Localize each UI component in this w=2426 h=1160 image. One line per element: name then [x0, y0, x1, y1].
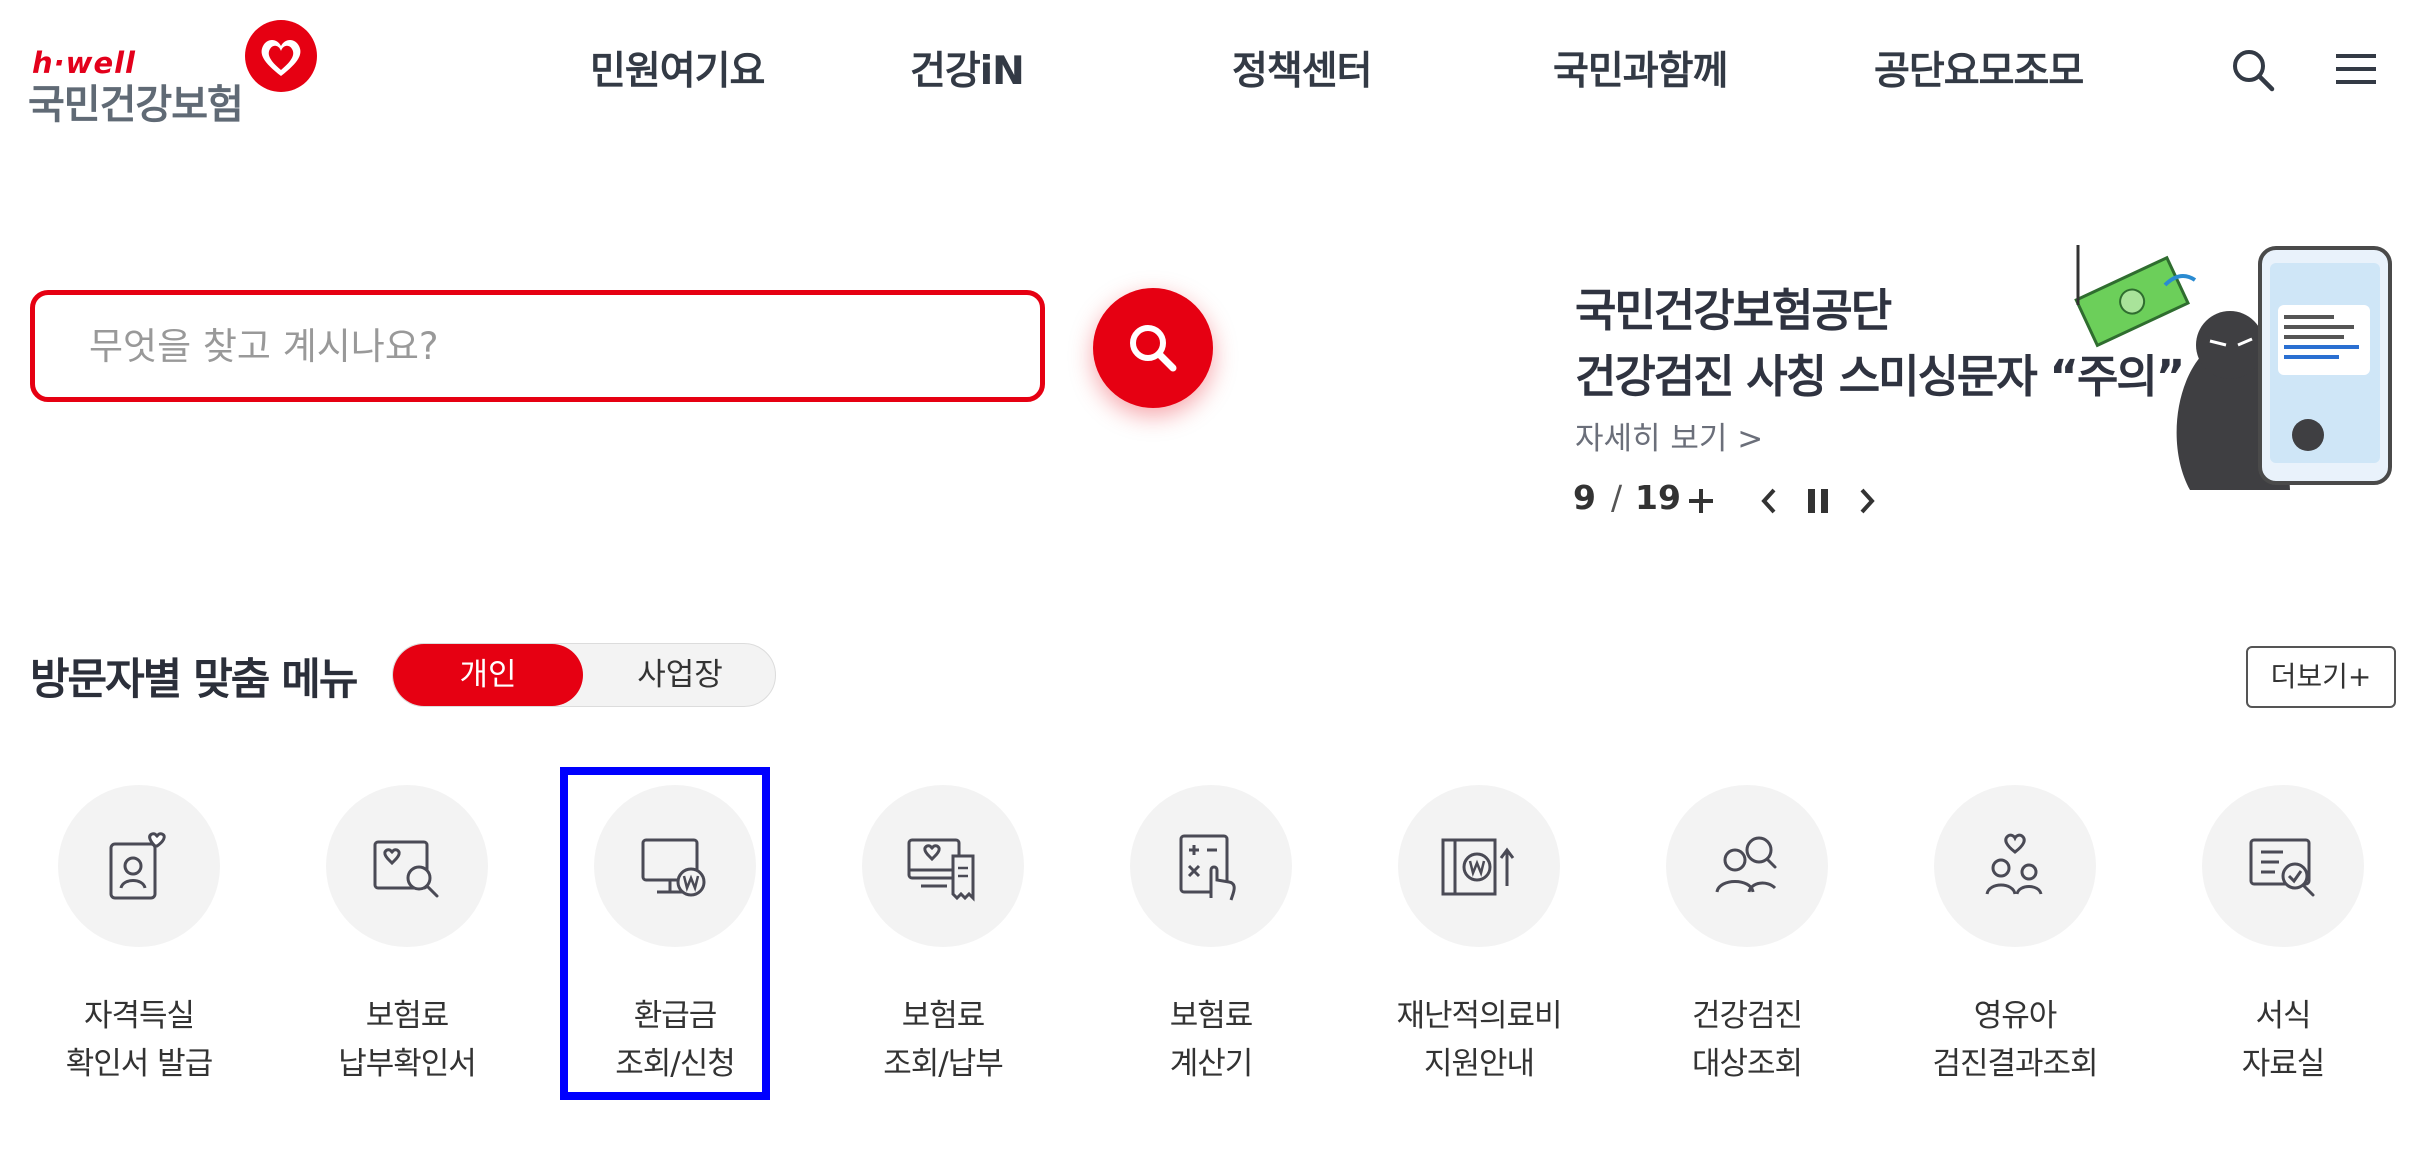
banner-more-link[interactable]: 자세히 보기 > — [1575, 413, 1763, 458]
family-heart-icon — [1985, 833, 2043, 895]
quick-menu-label: 지원안내 — [1423, 1046, 1535, 1082]
pager-separator: / — [1611, 478, 1623, 517]
quick-menu-label: 조회/납부 — [883, 1046, 1004, 1082]
nav-item-policy-center[interactable]: 정책센터 — [1232, 40, 1373, 96]
next-icon[interactable] — [1856, 486, 1878, 516]
quick-menu-item[interactable]: 재난적의료비 지원안내 — [1372, 785, 1602, 1085]
quick-menu-item[interactable]: 자격득실 확인서 발급 — [32, 785, 262, 1085]
search-input[interactable] — [87, 295, 1031, 397]
quick-menu-label: 납부확인서 — [338, 1046, 477, 1082]
people-search-icon — [1715, 836, 1777, 893]
quick-menu-label: 대상조회 — [1691, 1046, 1803, 1082]
plus-icon[interactable] — [1686, 486, 1716, 516]
pager-current: 9 — [1573, 478, 1596, 517]
pager-total: 19 — [1635, 478, 1681, 517]
hamburger-menu-icon[interactable] — [2336, 52, 2376, 86]
quick-menu-label: 보험료 — [901, 998, 986, 1034]
smishing-warning-illustration — [2074, 245, 2392, 490]
id-card-heart-icon — [109, 832, 166, 900]
quick-menu-label: 영유아 — [1973, 998, 2058, 1034]
won-up-arrow-icon — [1441, 838, 1515, 896]
calculator-hand-icon — [1179, 834, 1236, 901]
quick-menu-label: 계산기 — [1169, 1046, 1254, 1082]
pause-icon[interactable] — [1806, 487, 1830, 515]
quick-menu-item[interactable]: 영유아 검진결과조회 — [1908, 785, 2138, 1085]
logo-text: 국민건강보험 — [28, 82, 244, 128]
visitor-type-toggle: 개인 사업장 — [392, 643, 776, 707]
quick-menu-label: 재난적의료비 — [1396, 998, 1562, 1034]
quick-menu-label: 보험료 — [1169, 998, 1254, 1034]
search-box — [30, 290, 1045, 402]
document-search-icon — [373, 840, 439, 898]
quick-menu-label: 서식 — [2255, 998, 2311, 1034]
search-submit-button[interactable] — [1093, 288, 1213, 408]
heart-logo-icon — [245, 20, 317, 92]
quick-menu-icon-bg — [58, 785, 220, 947]
site-logo[interactable]: h·well 국민건강보험 — [28, 18, 328, 128]
nav-item-about-nhis[interactable]: 공단요모조모 — [1874, 40, 2084, 96]
quick-menu-icon-bg — [1398, 785, 1560, 947]
monitor-receipt-icon — [907, 838, 975, 902]
document-check-icon — [2249, 838, 2315, 897]
highlight-box — [560, 767, 770, 1100]
quick-menu-label: 자격득실 — [83, 998, 195, 1034]
quick-menu-item[interactable]: 서식 자료실 — [2176, 785, 2406, 1085]
prev-icon[interactable] — [1758, 486, 1780, 516]
quick-menu-icon-bg — [326, 785, 488, 947]
toggle-business[interactable]: 사업장 — [585, 644, 775, 706]
quick-menu-item[interactable]: 건강검진 대상조회 — [1640, 785, 1870, 1085]
nav-item-health-in[interactable]: 건강iN — [910, 40, 1025, 96]
nav-item-with-citizens[interactable]: 국민과함께 — [1553, 40, 1728, 96]
quick-menu-label: 확인서 발급 — [65, 1046, 213, 1082]
quick-menu-icon-bg — [1934, 785, 2096, 947]
search-icon — [1130, 325, 1177, 372]
quick-menu-icon-bg — [1130, 785, 1292, 947]
quick-menu-icon-bg — [2202, 785, 2364, 947]
search-icon[interactable] — [2230, 47, 2276, 93]
quick-menu-icon-bg — [862, 785, 1024, 947]
quick-menu-icon-bg — [1666, 785, 1828, 947]
quick-menu-item[interactable]: 보험료 계산기 — [1104, 785, 1334, 1085]
more-button[interactable]: 더보기+ — [2246, 646, 2396, 708]
quick-menu-item[interactable]: 보험료 조회/납부 — [836, 785, 1066, 1085]
quick-menu-label: 자료실 — [2241, 1046, 2326, 1082]
quick-menu-item[interactable]: 보험료 납부확인서 — [300, 785, 530, 1085]
visitor-menu-title: 방문자별 맞춤 메뉴 — [30, 655, 358, 705]
nav-item-civil-service[interactable]: 민원여기요 — [590, 40, 765, 96]
quick-menu-label: 검진결과조회 — [1932, 1046, 2098, 1082]
toggle-individual[interactable]: 개인 — [393, 644, 583, 706]
quick-menu-label: 건강검진 — [1691, 998, 1803, 1034]
quick-menu-label: 보험료 — [365, 998, 450, 1034]
